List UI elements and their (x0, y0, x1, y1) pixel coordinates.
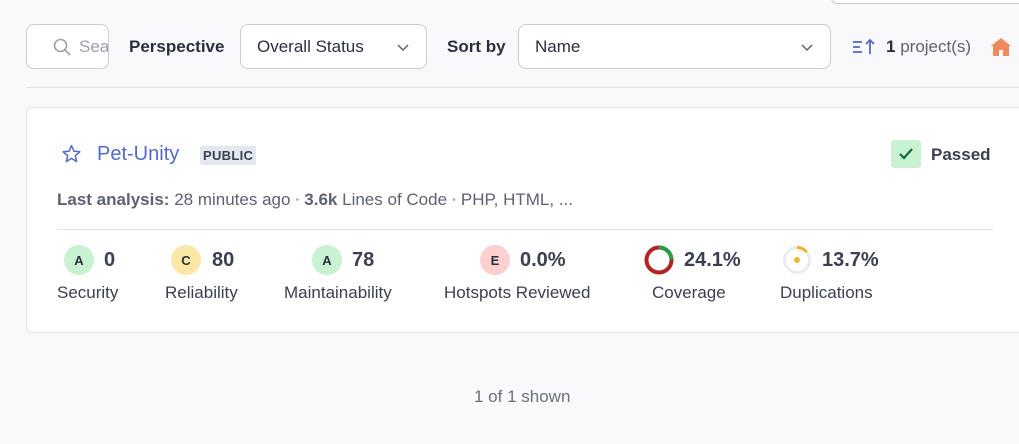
separator-dot: • (295, 194, 300, 206)
perspective-select[interactable]: Overall Status (240, 24, 427, 69)
duplications-label: Duplications (780, 283, 873, 302)
lines-label: Lines of Code (342, 190, 448, 209)
visibility-badge: PUBLIC (200, 146, 257, 165)
reliability-value[interactable]: 80 (212, 249, 234, 272)
quality-gate-badge (891, 140, 921, 168)
coverage-value[interactable]: 24.1% (684, 249, 741, 272)
search-input[interactable] (79, 36, 108, 57)
languages: PHP, HTML, ... (460, 190, 573, 209)
star-icon[interactable] (61, 144, 82, 164)
quality-gate-status: Passed (931, 145, 991, 164)
sort-select[interactable]: Name (518, 24, 831, 69)
toolbar-divider (26, 87, 1019, 88)
hotspots-label: Hotspots Reviewed (444, 283, 591, 302)
last-analysis-label: Last analysis: (57, 190, 170, 209)
duplications-donut-icon (783, 246, 811, 274)
maintainability-value[interactable]: 78 (352, 249, 374, 272)
reliability-rating[interactable]: C (171, 245, 201, 275)
reliability-label: Reliability (165, 283, 238, 302)
coverage-donut-icon (644, 245, 674, 275)
search-icon (53, 38, 71, 55)
project-meta: Last analysis: 28 minutes ago • 3.6k Lines… (57, 190, 573, 210)
project-count-suffix: project(s) (900, 37, 972, 56)
home-icon[interactable] (990, 37, 1012, 57)
sort-direction-icon[interactable] (852, 38, 876, 56)
lines-value: 3.6k (304, 190, 338, 209)
search-box[interactable] (26, 24, 109, 69)
sort-value: Name (535, 36, 581, 56)
perspective-label: Perspective (129, 37, 225, 56)
results-count: 1 of 1 shown (474, 387, 571, 406)
check-icon (899, 148, 913, 160)
hotspots-value[interactable]: 0.0% (520, 249, 566, 272)
last-analysis-value: 28 minutes ago (174, 190, 291, 209)
project-name-link[interactable]: Pet-Unity (97, 143, 179, 166)
duplications-value[interactable]: 13.7% (822, 249, 879, 272)
chevron-down-icon (801, 43, 813, 51)
security-label: Security (57, 283, 119, 302)
security-rating[interactable]: A (64, 245, 94, 275)
maintainability-label: Maintainability (284, 283, 392, 302)
sort-label: Sort by (447, 37, 506, 56)
top-right-control[interactable] (831, 0, 1019, 4)
maintainability-rating[interactable]: A (312, 245, 342, 275)
security-value[interactable]: 0 (104, 249, 115, 272)
hotspots-rating[interactable]: E (480, 245, 510, 275)
card-divider (57, 229, 993, 230)
perspective-value: Overall Status (257, 36, 364, 56)
coverage-label: Coverage (652, 283, 726, 302)
project-count-number: 1 (886, 37, 896, 56)
project-count: 1 project(s) (886, 37, 971, 57)
chevron-down-icon (397, 43, 409, 51)
separator-dot: • (452, 194, 456, 206)
